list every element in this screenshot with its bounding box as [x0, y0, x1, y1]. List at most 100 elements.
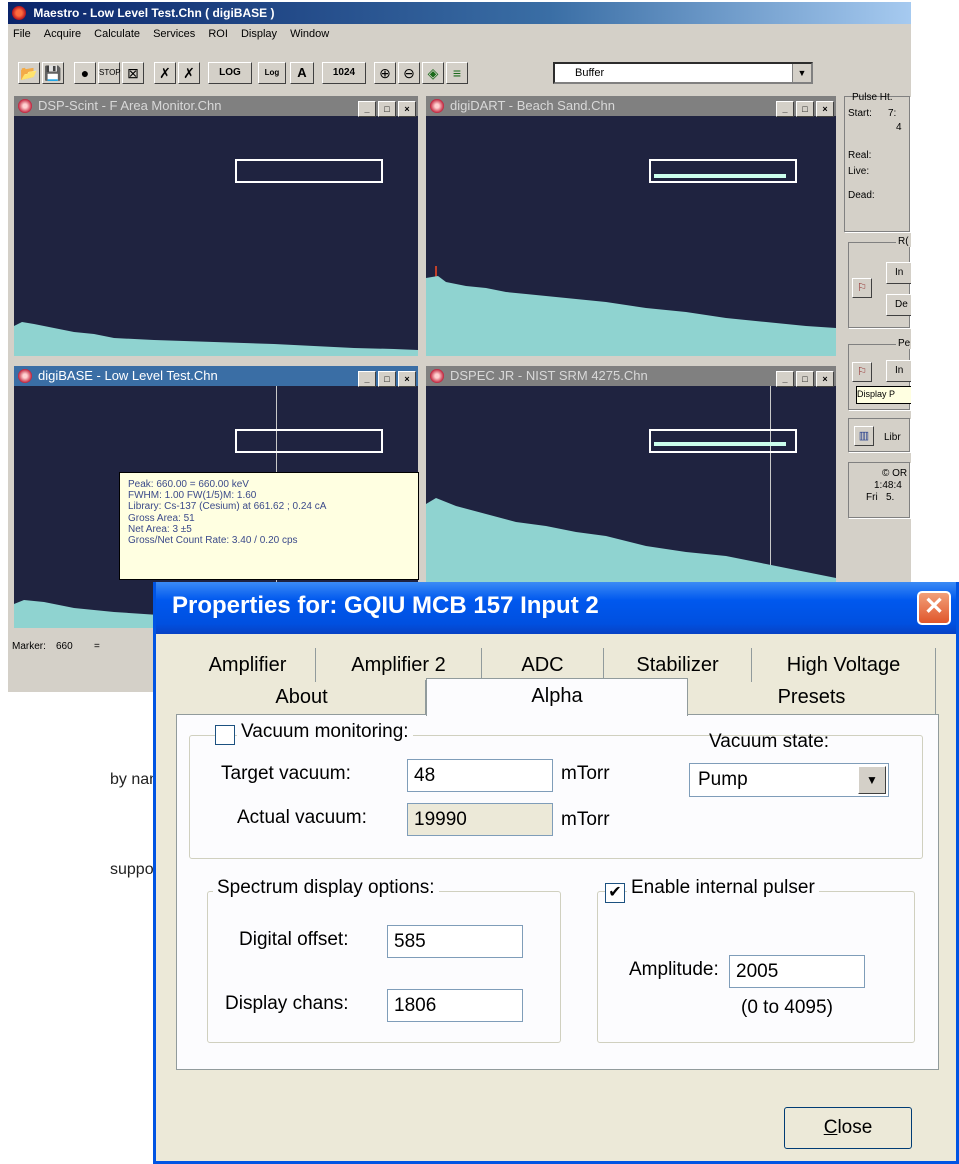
peak-search-icon[interactable]: ✗ [178, 62, 200, 84]
clear-spectrum-icon[interactable]: ⊠ [122, 62, 144, 84]
peak-insert-button[interactable]: In [886, 360, 911, 382]
display-chans-label: Display chans: [225, 993, 349, 1014]
tab-about[interactable]: About [178, 680, 426, 714]
roi-insert-button[interactable]: In [886, 262, 911, 284]
minimize-icon[interactable]: _ [776, 101, 794, 117]
center-icon[interactable]: ◈ [422, 62, 444, 84]
zoom-in-icon[interactable]: ⊕ [374, 62, 396, 84]
log-scale-button[interactable]: LOG [208, 62, 252, 84]
start-acquire-icon[interactable]: ● [74, 62, 96, 84]
zoom-out-icon[interactable]: ⊖ [398, 62, 420, 84]
close-icon[interactable]: × [816, 101, 834, 117]
expanded-view-box[interactable] [649, 429, 797, 453]
spectrum-plot-1 [14, 159, 418, 356]
close-icon[interactable]: × [398, 371, 416, 387]
window-controls: _ □ × [356, 98, 416, 118]
chevron-down-icon[interactable]: ▼ [792, 64, 811, 82]
display-chans-input[interactable]: 1806 [387, 989, 523, 1022]
tab-presets[interactable]: Presets [688, 680, 936, 714]
library-button-label[interactable]: Libr [884, 432, 901, 443]
window-controls: _ □ × [774, 368, 834, 388]
pulser-checkbox[interactable]: ✔ [605, 883, 625, 903]
alpha-tab-panel: Vacuum monitoring: Target vacuum: 48 mTo… [176, 714, 939, 1070]
spectrum-window-1-title-text: DSP-Scint - F Area Monitor.Chn [38, 98, 222, 113]
maximize-icon[interactable]: □ [796, 101, 814, 117]
digital-offset-input[interactable]: 585 [387, 925, 523, 958]
live-time-label: Live: [848, 166, 870, 177]
minimize-icon[interactable]: _ [358, 371, 376, 387]
maximize-icon[interactable]: □ [378, 101, 396, 117]
baseline-zoom-icon[interactable]: ≡ [446, 62, 468, 84]
menu-calculate[interactable]: Calculate [94, 28, 140, 40]
spectrum-fill [14, 322, 418, 356]
menu-display[interactable]: Display [241, 28, 277, 40]
vacuum-monitoring-label: Vacuum monitoring: [237, 721, 413, 743]
title-bar: Maestro - Low Level Test.Chn ( digiBASE … [8, 2, 911, 24]
copy-to-buffer-icon[interactable]: ✗ [154, 62, 176, 84]
maximize-icon[interactable]: □ [378, 371, 396, 387]
vacuum-group [189, 735, 923, 859]
target-vacuum-unit: mTorr [561, 763, 610, 784]
menu-file[interactable]: File [13, 28, 31, 40]
spectrum-window-1[interactable]: DSP-Scint - F Area Monitor.Chn _ □ × [12, 94, 420, 358]
expanded-view-box[interactable] [649, 159, 797, 183]
actual-vacuum-field: 19990 [407, 803, 553, 836]
menu-window[interactable]: Window [290, 28, 329, 40]
save-disk-icon[interactable]: 💾 [42, 62, 64, 84]
horizontal-scale-button[interactable]: 1024 [322, 62, 366, 84]
roi-icon[interactable]: ⚐ [852, 278, 872, 298]
dead-time-label: Dead: [848, 190, 875, 201]
display-tooltip: Display P [856, 386, 911, 404]
amplitude-input[interactable]: 2005 [729, 955, 865, 988]
expanded-spectrum [654, 442, 786, 446]
spectrum-window-icon [18, 369, 32, 383]
clock-date: Fri 5. [866, 492, 895, 503]
minimize-icon[interactable]: _ [358, 101, 376, 117]
expanded-spectrum [654, 174, 786, 178]
target-vacuum-input[interactable]: 48 [407, 759, 553, 792]
open-folder-icon[interactable]: 📂 [18, 62, 40, 84]
chevron-down-icon[interactable]: ▼ [858, 766, 886, 794]
maximize-icon[interactable]: □ [796, 371, 814, 387]
auto-scale-button[interactable]: A [290, 62, 314, 84]
menu-roi[interactable]: ROI [208, 28, 228, 40]
tab-amplifier[interactable]: Amplifier [180, 648, 316, 682]
close-button-label: lose [837, 1117, 873, 1138]
roi-delete-button[interactable]: De [886, 294, 911, 316]
detector-select-value: Buffer [575, 67, 605, 79]
tab-high-voltage[interactable]: High Voltage [752, 648, 936, 682]
menu-services[interactable]: Services [153, 28, 195, 40]
actual-vacuum-unit: mTorr [561, 809, 610, 830]
tab-adc[interactable]: ADC [482, 648, 604, 682]
digital-offset-label: Digital offset: [239, 929, 349, 950]
spectrum-plot-2 [426, 159, 836, 356]
spectrum-window-4-title-text: DSPEC JR - NIST SRM 4275.Chn [450, 368, 648, 383]
spectrum-window-3-title-text: digiBASE - Low Level Test.Chn [38, 368, 218, 383]
actual-vacuum-label: Actual vacuum: [237, 807, 367, 828]
library-icon[interactable]: ▥ [854, 426, 874, 446]
menu-acquire[interactable]: Acquire [44, 28, 81, 40]
tab-alpha[interactable]: Alpha [426, 678, 688, 716]
spectrum-window-2[interactable]: digiDART - Beach Sand.Chn _ □ × [424, 94, 838, 358]
pulser-label: Enable internal pulser [627, 877, 819, 899]
peak-icon[interactable]: ⚐ [852, 362, 872, 382]
close-icon[interactable]: × [816, 371, 834, 387]
expanded-view-box[interactable] [235, 159, 383, 183]
vacuum-state-select[interactable]: Pump ▼ [689, 763, 889, 797]
close-icon[interactable]: × [398, 101, 416, 117]
stop-acquire-icon[interactable]: STOP [98, 62, 121, 84]
close-button[interactable]: Close [784, 1107, 912, 1149]
window-title: Maestro - Low Level Test.Chn ( digiBASE … [33, 6, 275, 20]
close-icon[interactable]: ✕ [917, 591, 951, 625]
toolbar: 📂 💾 ● STOP ⊠ ✗ ✗ LOG Log A 1024 ⊕ ⊖ ◈ ≡ … [8, 46, 911, 88]
minimize-icon[interactable]: _ [776, 371, 794, 387]
tab-stabilizer[interactable]: Stabilizer [604, 648, 752, 682]
tab-amplifier-2[interactable]: Amplifier 2 [316, 648, 482, 682]
log-toggle-button[interactable]: Log [258, 62, 286, 84]
roi-group-label: R( [896, 236, 911, 247]
marker-value: 660 [56, 641, 73, 652]
vacuum-monitoring-checkbox[interactable] [215, 725, 235, 745]
peak-gross-area: Gross Area: 51 [128, 512, 195, 524]
detector-select[interactable]: Buffer ▼ [553, 62, 813, 84]
expanded-view-box[interactable] [235, 429, 383, 453]
